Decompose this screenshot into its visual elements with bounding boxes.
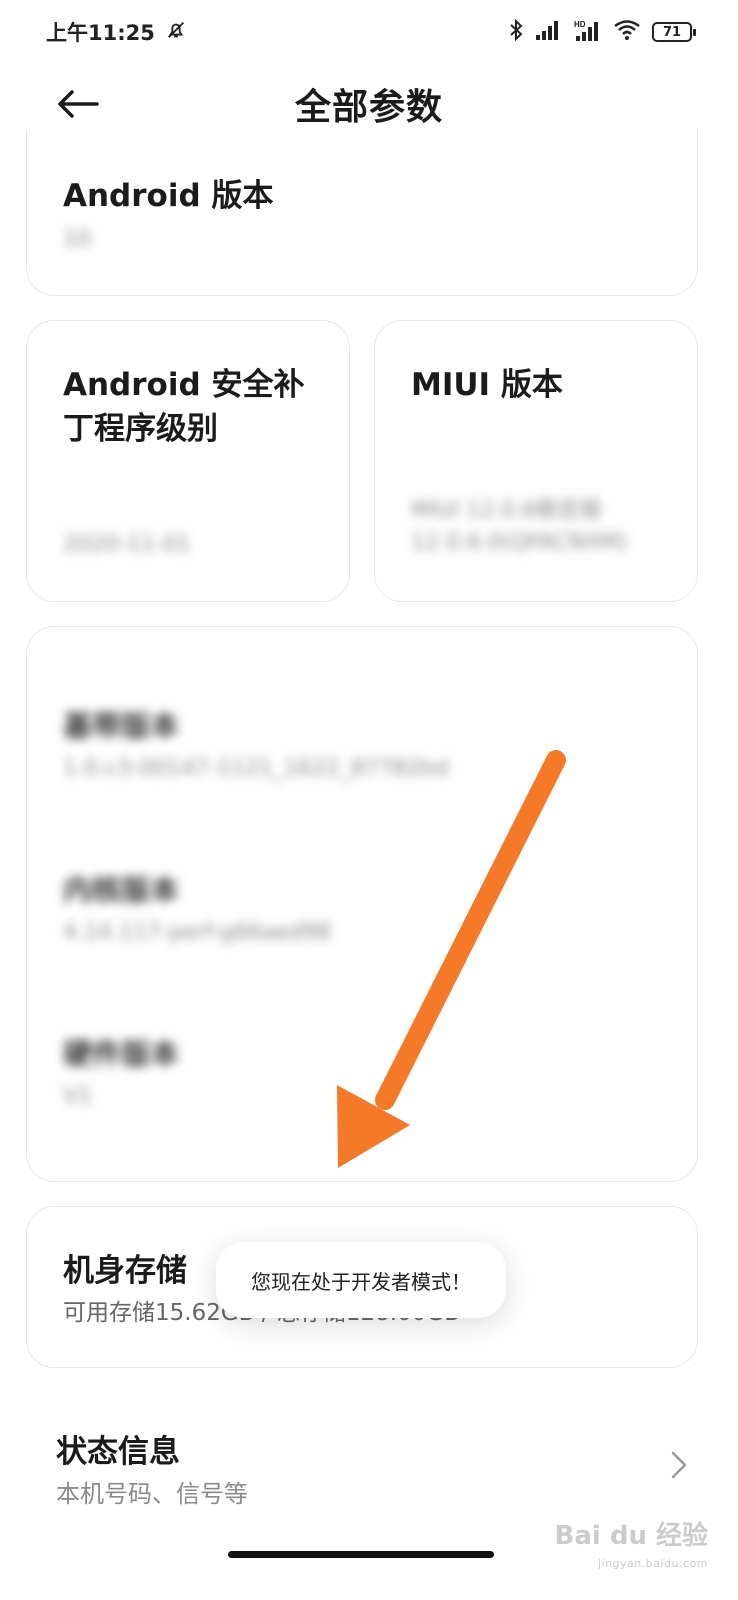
watermark-brand: Bai du 经验	[554, 1521, 709, 1551]
annotation-arrow-icon	[337, 750, 566, 1168]
watermark-url: jingyan.baidu.com	[597, 1557, 708, 1570]
baidu-watermark: Bai du 经验 jingyan.baidu.com	[555, 1522, 709, 1578]
home-indicator[interactable]	[228, 1551, 494, 1558]
